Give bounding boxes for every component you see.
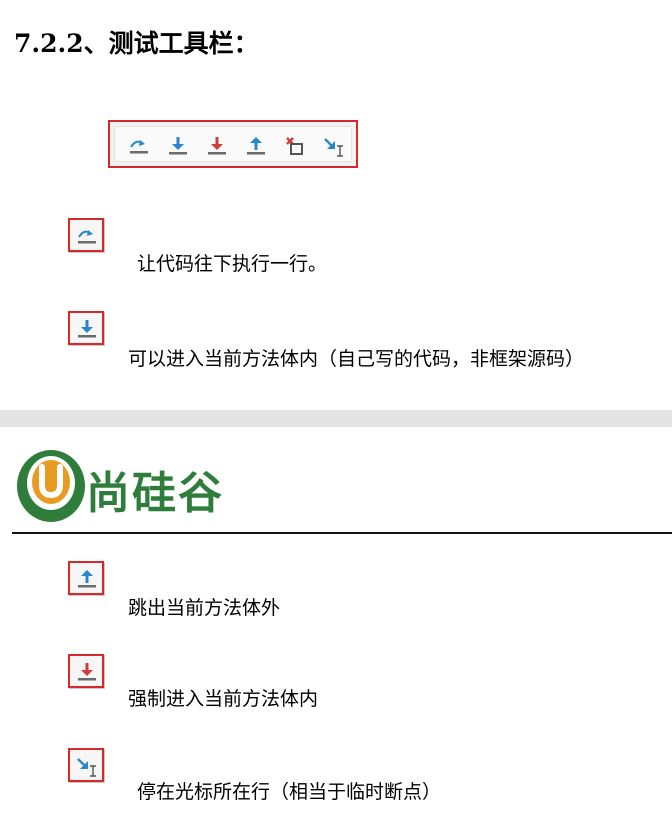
drop-frame-icon[interactable]: [283, 134, 307, 158]
debug-toolbar-panel: [114, 126, 352, 162]
run-to-cursor-description: 停在光标所在行（相当于临时断点）: [137, 781, 442, 803]
debug-toolbar: [108, 120, 358, 168]
header-rule: [12, 532, 672, 534]
step-out-button[interactable]: [68, 561, 104, 595]
step-over-button[interactable]: [68, 218, 104, 252]
force-step-into-icon: [78, 663, 96, 681]
step-into-icon[interactable]: [166, 134, 190, 158]
step-over-description: 让代码往下执行一行。: [137, 253, 328, 275]
step-out-icon[interactable]: [244, 134, 268, 158]
step-over-icon[interactable]: [127, 134, 151, 158]
section-heading: 7.2.2、测试工具栏：: [14, 29, 259, 58]
force-step-into-icon[interactable]: [205, 134, 229, 158]
step-out-description: 跳出当前方法体外: [128, 597, 281, 619]
step-into-icon: [78, 320, 96, 338]
step-into-button[interactable]: [68, 311, 104, 345]
step-out-icon: [78, 570, 96, 588]
run-to-cursor-icon: [77, 758, 96, 777]
step-into-description: 可以进入当前方法体内（自己写的代码，非框架源码）: [128, 348, 585, 370]
force-step-into-description: 强制进入当前方法体内: [128, 688, 319, 710]
run-to-cursor-icon[interactable]: [322, 134, 346, 158]
step-over-icon: [78, 230, 96, 244]
page-separator: [0, 410, 672, 427]
logo-wordmark: 尚硅谷: [86, 468, 224, 519]
run-to-cursor-button[interactable]: [68, 748, 104, 782]
force-step-into-button[interactable]: [68, 654, 104, 688]
